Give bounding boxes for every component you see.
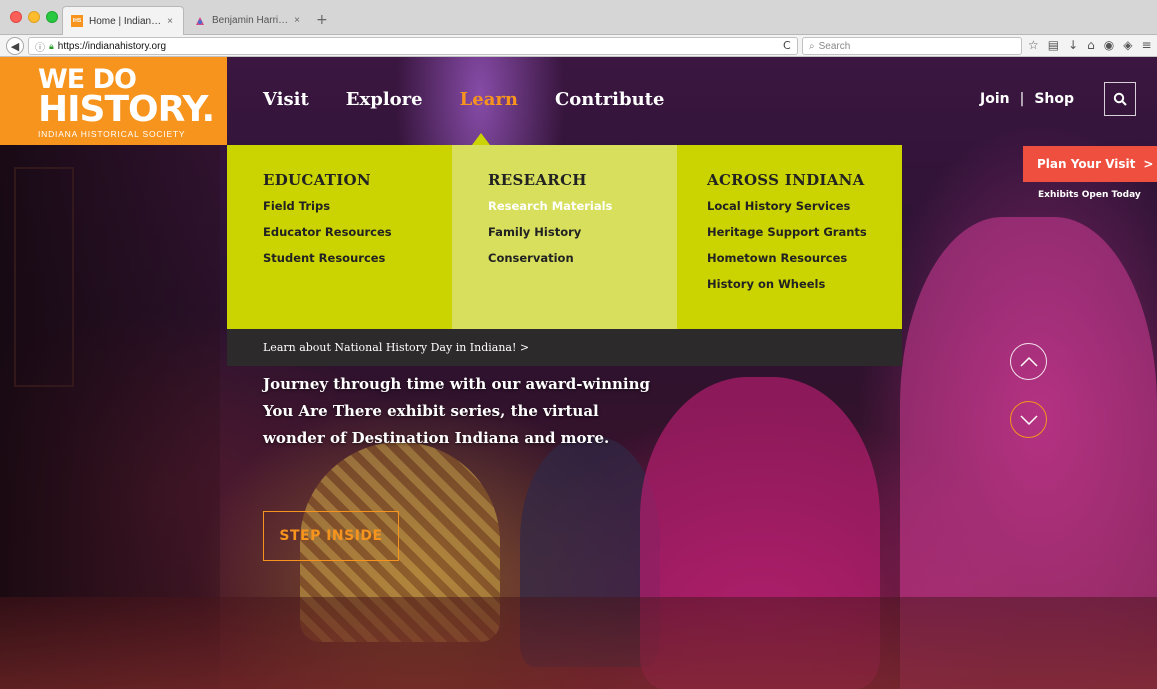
tab-title: Home | Indiana Historical S... [89,15,161,27]
back-button[interactable]: ◀ [6,37,24,55]
menu-link-hometown-resources[interactable]: Hometown Resources [707,251,902,265]
browser-toolbar-icons: ☆ ▤ ↓ ⌂ ◉ ◈ ≡ [1028,38,1152,52]
browser-nav-bar: ◀ ⓘ 🔒︎ https://indianahistory.org C ⌕ Se… [0,35,1157,57]
menu-link-heritage-support-grants[interactable]: Heritage Support Grants [707,225,902,239]
browser-tab-home[interactable]: IHS Home | Indiana Historical S... × [62,6,184,35]
menu-link-family-history[interactable]: Family History [488,225,677,239]
menu-column-research: RESEARCH Research Materials Family Histo… [452,145,677,329]
info-icon[interactable]: ⓘ [35,39,45,54]
shop-link[interactable]: Shop [1034,91,1074,107]
nav-visit[interactable]: Visit [263,89,309,110]
site-search-button[interactable] [1104,82,1136,116]
menu-heading-research[interactable]: RESEARCH [488,171,677,189]
nav-explore[interactable]: Explore [346,89,423,110]
logo-subtitle: INDIANA HISTORICAL SOCIETY [38,128,186,139]
menu-heading-across-indiana[interactable]: ACROSS INDIANA [707,171,902,189]
hero-background-door [14,167,74,387]
reading-list-icon[interactable]: ▤ [1048,38,1059,52]
ihs-favicon-icon: IHS [71,15,83,27]
bh-favicon-icon [196,16,204,25]
menu-link-conservation[interactable]: Conservation [488,251,677,265]
plan-your-visit-button[interactable]: Plan Your Visit > [1023,146,1157,182]
hero-description: Journey through time with our award-winn… [263,375,651,447]
url-text: https://indianahistory.org [57,40,167,52]
reload-button[interactable]: C [783,39,791,52]
nav-active-caret [472,133,490,145]
back-arrow-icon: ◀ [10,39,20,53]
step-inside-button[interactable]: STEP INSIDE [263,511,399,561]
menu-link-field-trips[interactable]: Field Trips [263,199,452,213]
menu-link-local-history-services[interactable]: Local History Services [707,199,902,213]
tab-title: Benjamin Harrison collectio... [212,15,289,26]
menu-link-educator-resources[interactable]: Educator Resources [263,225,452,239]
hero-background-floor [0,597,1157,689]
site-logo[interactable]: WE DO HISTORY. INDIANA HISTORICAL SOCIET… [0,57,227,145]
menu-column-education: EDUCATION Field Trips Educator Resources… [227,145,452,329]
nav-contribute[interactable]: Contribute [555,89,665,110]
close-window-button[interactable] [10,11,22,23]
home-icon[interactable]: ⌂ [1087,38,1095,52]
slide-down-button[interactable] [1010,401,1047,438]
join-link[interactable]: Join [980,91,1010,107]
download-icon[interactable]: ↓ [1068,38,1078,52]
tab-close-icon[interactable]: × [294,15,300,26]
menu-link-student-resources[interactable]: Student Resources [263,251,452,265]
webpage: WE DO HISTORY. INDIANA HISTORICAL SOCIET… [0,57,1157,689]
search-icon [1113,92,1127,106]
minimize-window-button[interactable] [28,11,40,23]
extension-icon[interactable]: ◉ [1104,38,1114,52]
nav-learn[interactable]: Learn [460,89,518,110]
browser-search-field[interactable]: ⌕ Search [802,37,1022,55]
browser-tab-bar: IHS Home | Indiana Historical S... × Ben… [0,0,1157,35]
utility-separator: | [1019,91,1025,107]
menu-link-research-materials[interactable]: Research Materials [488,199,677,213]
chevron-right-icon: > [1143,157,1154,171]
bookmark-star-icon[interactable]: ☆ [1028,38,1039,52]
menu-heading-education[interactable]: EDUCATION [263,171,452,189]
browser-tab-benjamin-harrison[interactable]: Benjamin Harrison collectio... × [186,6,310,35]
learn-mega-menu: EDUCATION Field Trips Educator Resources… [227,145,902,329]
pocket-icon[interactable]: ◈ [1123,38,1132,52]
main-nav: Visit Explore Learn Contribute [263,89,701,110]
exhibits-open-link[interactable]: Exhibits Open Today [1038,190,1141,200]
tab-close-icon[interactable]: × [167,16,173,27]
chevron-down-icon [1019,414,1038,425]
menu-column-across-indiana: ACROSS INDIANA Local History Services He… [677,145,902,329]
search-icon: ⌕ [809,40,815,52]
chevron-up-icon [1019,356,1038,367]
menu-icon[interactable]: ≡ [1142,38,1152,52]
menu-footer-link[interactable]: Learn about National History Day in Indi… [227,329,902,366]
menu-link-history-on-wheels[interactable]: History on Wheels [707,277,902,291]
slide-up-button[interactable] [1010,343,1047,380]
logo-text-line2: HISTORY. [38,88,215,130]
utility-nav: Join | Shop [980,91,1074,107]
maximize-window-button[interactable] [46,11,58,23]
new-tab-button[interactable]: + [316,12,328,28]
search-placeholder: Search [818,40,851,52]
lock-icon: 🔒︎ [49,40,54,51]
url-bar[interactable]: ⓘ 🔒︎ https://indianahistory.org [28,37,798,55]
plan-visit-label: Plan Your Visit [1037,157,1136,171]
